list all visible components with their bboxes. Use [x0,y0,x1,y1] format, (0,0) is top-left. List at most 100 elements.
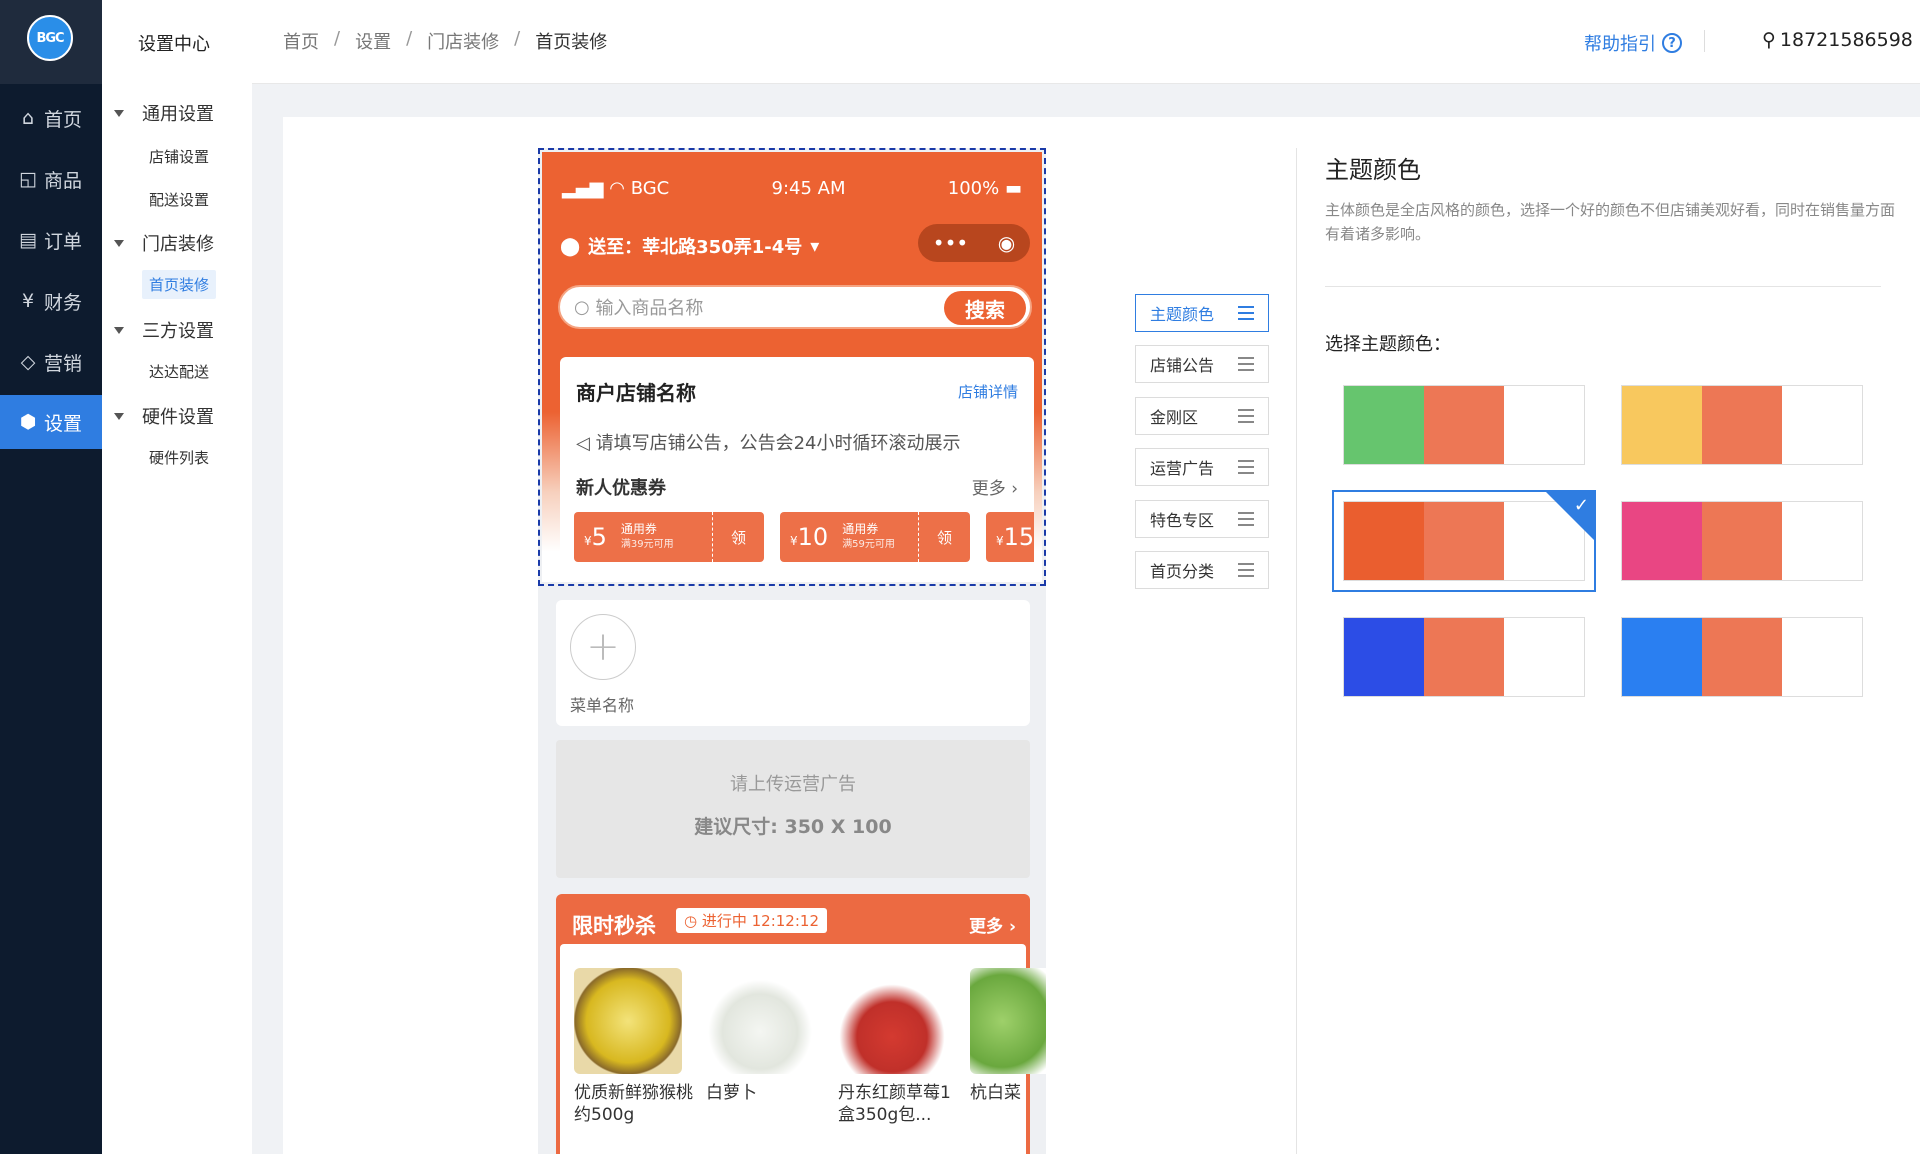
module-tab-icon-area[interactable]: 金刚区 [1135,397,1269,435]
flash-sale-module[interactable]: 限时秒杀 ◷ 进行中 12:12:12 更多 › 优质新鲜猕猴桃约500g 白萝… [556,894,1046,1154]
choose-theme-label: 选择主题颜色： [1325,334,1451,355]
swatch-primary [1622,386,1702,464]
brand-logo[interactable]: BGC [27,15,73,61]
user-account[interactable]: ⚲ 18721586598 [1762,29,1913,51]
subnav-group-hardware[interactable]: 硬件设置 [114,403,214,429]
product-card[interactable]: 白萝卜 [706,968,826,1104]
nav-label: 财务 [44,291,83,314]
nav-item-orders[interactable]: ▤ 订单 [0,213,102,267]
caret-down-icon [114,239,124,247]
product-card[interactable]: 丹东红颜草莓1盒350g包... [838,968,958,1126]
product-image [838,968,946,1074]
flash-sale-more-link[interactable]: 更多 › [969,912,1016,937]
subnav-item-dada-delivery[interactable]: 达达配送 [142,357,216,386]
swatch-background [1782,618,1862,696]
menu-name: 菜单名称 [570,696,635,715]
divider [1704,30,1705,52]
bag-icon: ◱ [19,168,37,190]
module-label: 店铺公告 [1150,356,1215,375]
drag-handle-icon[interactable] [1238,512,1254,526]
drag-handle-icon[interactable] [1238,563,1254,577]
main-sidebar: BGC ⌂ 首页 ◱ 商品 ▤ 订单 ¥ 财务 ◇ 营销 ⬢ 设置 [0,0,102,1154]
module-tab-operation-ad[interactable]: 运营广告 [1135,448,1269,486]
nav-item-marketing[interactable]: ◇ 营销 [0,335,102,389]
drag-handle-icon[interactable] [1238,306,1254,320]
swatch-secondary [1702,386,1782,464]
swatch-background [1504,386,1584,464]
subnav-group-decoration[interactable]: 门店装修 [114,230,214,256]
menu-area-module[interactable]: + 菜单名称 [556,600,1030,726]
swatch-primary [1344,618,1424,696]
nav-item-products[interactable]: ◱ 商品 [0,152,102,206]
module-label: 主题颜色 [1150,305,1215,324]
module-label: 首页分类 [1150,562,1215,581]
help-label: 帮助指引 [1584,34,1656,55]
module-label: 特色专区 [1150,511,1215,530]
subnav-item-delivery-settings[interactable]: 配送设置 [142,185,216,214]
subnav-group-third-party[interactable]: 三方设置 [114,317,214,343]
order-icon: ▤ [19,229,37,251]
settings-divider [1296,148,1297,1154]
product-name: 杭白菜 [970,1083,1021,1103]
nav-item-settings[interactable]: ⬢ 设置 [0,395,102,449]
breadcrumb: 首页 / 设置 / 门店装修 / 首页装修 [283,28,607,54]
product-card[interactable]: 优质新鲜猕猴桃约500g [574,968,694,1126]
subnav-item-hardware-list[interactable]: 硬件列表 [142,443,216,472]
subnav-title: 设置中心 [138,34,210,55]
module-tab-home-category[interactable]: 首页分类 [1135,551,1269,589]
ad-upload-hint: 请上传运营广告 [730,774,856,795]
breadcrumb-settings[interactable]: 设置 [355,28,391,54]
drag-handle-icon[interactable] [1238,357,1254,371]
timer-text: 进行中 12:12:12 [701,912,819,930]
more-label: 更多 [969,917,1004,937]
top-bar: 首页 / 设置 / 门店装修 / 首页装修 帮助指引? ⚲ 18721586598 [252,0,1920,84]
product-image [574,968,682,1074]
nav-item-finance[interactable]: ¥ 财务 [0,274,102,328]
add-icon[interactable]: + [570,614,636,680]
breadcrumb-separator: / [514,28,521,49]
ad-upload-module[interactable]: 请上传运营广告 建议尺寸: 350 X 100 [556,740,1030,878]
product-image [706,968,814,1074]
question-icon: ? [1662,33,1682,53]
nav-item-home[interactable]: ⌂ 首页 [0,91,102,145]
module-tab-feature-zone[interactable]: 特色专区 [1135,500,1269,538]
breadcrumb-decoration[interactable]: 门店装修 [427,28,499,54]
breadcrumb-home[interactable]: 首页 [283,28,319,54]
product-card[interactable]: 杭白菜 [970,968,1046,1104]
yen-icon: ¥ [21,290,35,312]
nav-label: 设置 [44,412,83,435]
caret-down-icon [114,109,124,117]
module-label: 金刚区 [1150,408,1199,427]
nav-label: 首页 [44,108,83,131]
swatch-secondary [1424,386,1504,464]
theme-swatch-sky-blue[interactable] [1621,617,1863,697]
product-name: 白萝卜 [706,1083,757,1103]
swatch-primary [1622,502,1702,580]
clock-icon: ◷ [684,912,702,930]
drag-handle-icon[interactable] [1238,460,1254,474]
subnav-group-general[interactable]: 通用设置 [114,100,214,126]
module-tab-store-notice[interactable]: 店铺公告 [1135,345,1269,383]
theme-swatch-blue[interactable] [1343,617,1585,697]
group-label: 通用设置 [142,104,214,125]
help-guide-link[interactable]: 帮助指引? [1584,30,1682,56]
selected-check-badge: ✓ [1545,491,1595,541]
subnav-item-store-settings[interactable]: 店铺设置 [142,142,216,171]
tag-icon: ◇ [20,351,36,373]
swatch-primary [1344,502,1424,580]
swatch-background [1504,618,1584,696]
module-tab-theme-color[interactable]: 主题颜色 [1135,294,1269,332]
swatch-background [1782,386,1862,464]
product-name: 优质新鲜猕猴桃约500g [574,1083,693,1125]
breadcrumb-separator: / [334,28,341,49]
theme-swatch-pink[interactable] [1621,501,1863,581]
theme-swatch-green[interactable] [1343,385,1585,465]
subnav-item-home-decoration[interactable]: 首页装修 [142,270,217,299]
phone-preview: ▂▄▆ ◠ BGC 9:45 AM 100% ▬ ⬤ 送至：莘北路350弄1-4号… [538,148,1046,1154]
swatch-secondary [1702,502,1782,580]
product-name: 丹东红颜草莓1盒350g包... [838,1083,951,1125]
theme-swatch-yellow[interactable] [1621,385,1863,465]
drag-handle-icon[interactable] [1238,409,1254,423]
theme-swatch-orange[interactable]: ✓ [1332,490,1596,592]
settings-subnav: 设置中心 通用设置 店铺设置 配送设置 门店装修 首页装修 三方设置 达达配送 … [102,0,252,1154]
